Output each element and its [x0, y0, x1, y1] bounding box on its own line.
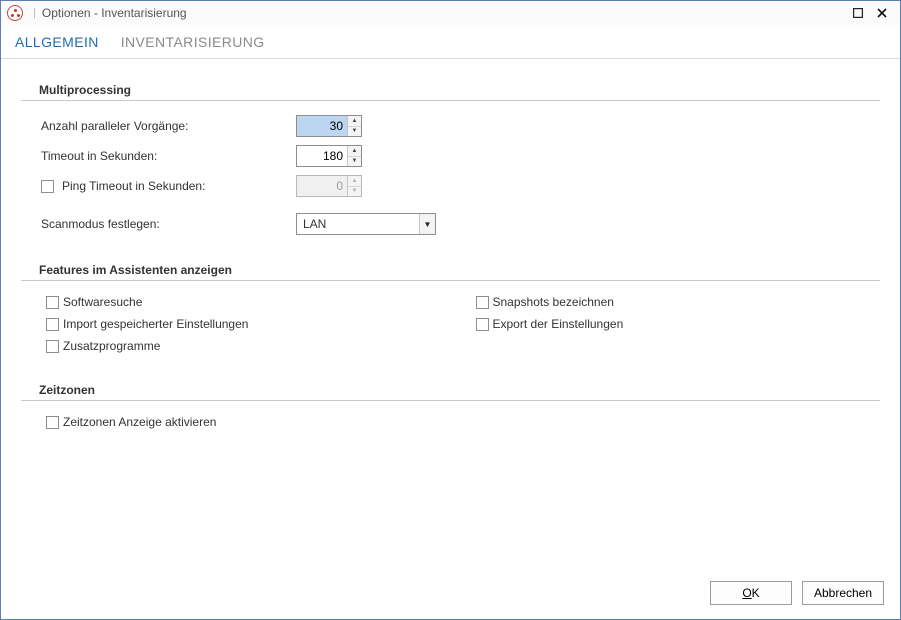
checkbox-zeitzonen[interactable] — [46, 416, 59, 429]
checkbox-zusatz[interactable] — [46, 340, 59, 353]
spin-up-ping: ▲ — [348, 176, 361, 187]
checkbox-snapshots[interactable] — [476, 296, 489, 309]
spin-up-timeout[interactable]: ▲ — [348, 146, 361, 157]
label-parallel: Anzahl paralleler Vorgänge: — [41, 119, 188, 133]
ok-button-mnemonic: O — [742, 586, 751, 600]
label-zeitzonen-aktivieren: Zeitzonen Anzeige aktivieren — [63, 415, 216, 429]
row-import: Import gespeicherter Einstellungen — [21, 313, 451, 335]
spin-up-parallel[interactable]: ▲ — [348, 116, 361, 127]
row-timeout: Timeout in Sekunden: ▲ ▼ — [21, 141, 880, 171]
select-scanmode[interactable]: LAN ▼ — [296, 213, 436, 235]
select-scanmode-value: LAN — [297, 217, 419, 231]
maximize-button[interactable] — [846, 3, 870, 23]
row-zusatz: Zusatzprogramme — [21, 335, 451, 357]
checkbox-export[interactable] — [476, 318, 489, 331]
cancel-button[interactable]: Abbrechen — [802, 581, 884, 605]
spin-down-parallel[interactable]: ▼ — [348, 127, 361, 137]
checkbox-import[interactable] — [46, 318, 59, 331]
label-softwaresuche: Softwaresuche — [63, 295, 142, 309]
section-features: Features im Assistenten anzeigen — [21, 259, 880, 281]
titlebar-separator: | — [33, 7, 36, 19]
content-area: Multiprocessing Anzahl paralleler Vorgän… — [1, 59, 900, 571]
app-icon — [7, 5, 23, 21]
label-scanmode: Scanmodus festlegen: — [41, 217, 160, 231]
section-multiprocessing: Multiprocessing — [21, 79, 880, 101]
close-icon — [877, 8, 887, 18]
spinner-ping: ▲ ▼ — [296, 175, 362, 197]
label-zusatz: Zusatzprogramme — [63, 339, 160, 353]
label-timeout: Timeout in Sekunden: — [41, 149, 157, 163]
chevron-down-icon: ▼ — [419, 214, 435, 234]
tabbar: ALLGEMEIN INVENTARISIERUNG — [1, 25, 900, 59]
ok-button[interactable]: OK — [710, 581, 792, 605]
row-ping: Ping Timeout in Sekunden: ▲ ▼ — [21, 171, 880, 201]
row-parallel: Anzahl paralleler Vorgänge: ▲ ▼ — [21, 111, 880, 141]
row-scanmode: Scanmodus festlegen: LAN ▼ — [21, 209, 880, 239]
input-ping — [297, 176, 347, 196]
tab-inventarisierung[interactable]: INVENTARISIERUNG — [119, 30, 267, 58]
checkbox-ping[interactable] — [41, 180, 54, 193]
label-export: Export der Einstellungen — [493, 317, 624, 331]
label-snapshots: Snapshots bezeichnen — [493, 295, 614, 309]
spinner-timeout: ▲ ▼ — [296, 145, 362, 167]
section-zeitzonen: Zeitzonen — [21, 379, 880, 401]
spin-down-ping: ▼ — [348, 187, 361, 197]
tab-allgemein[interactable]: ALLGEMEIN — [13, 30, 101, 58]
maximize-icon — [853, 8, 863, 18]
checkbox-softwaresuche[interactable] — [46, 296, 59, 309]
row-softwaresuche: Softwaresuche — [21, 291, 451, 313]
spin-down-timeout[interactable]: ▼ — [348, 157, 361, 167]
label-ping: Ping Timeout in Sekunden: — [62, 179, 205, 193]
window-title: Optionen - Inventarisierung — [42, 6, 187, 20]
features-grid: Softwaresuche Import gespeicherter Einst… — [21, 291, 880, 365]
label-import: Import gespeicherter Einstellungen — [63, 317, 248, 331]
input-parallel[interactable] — [297, 116, 347, 136]
spinner-parallel: ▲ ▼ — [296, 115, 362, 137]
row-export: Export der Einstellungen — [451, 313, 881, 335]
row-zeitzonen-aktivieren: Zeitzonen Anzeige aktivieren — [21, 411, 880, 433]
close-button[interactable] — [870, 3, 894, 23]
options-window: | Optionen - Inventarisierung ALLGEMEIN … — [0, 0, 901, 620]
input-timeout[interactable] — [297, 146, 347, 166]
row-snapshots: Snapshots bezeichnen — [451, 291, 881, 313]
titlebar: | Optionen - Inventarisierung — [1, 1, 900, 25]
button-bar: OK Abbrechen — [1, 571, 900, 619]
